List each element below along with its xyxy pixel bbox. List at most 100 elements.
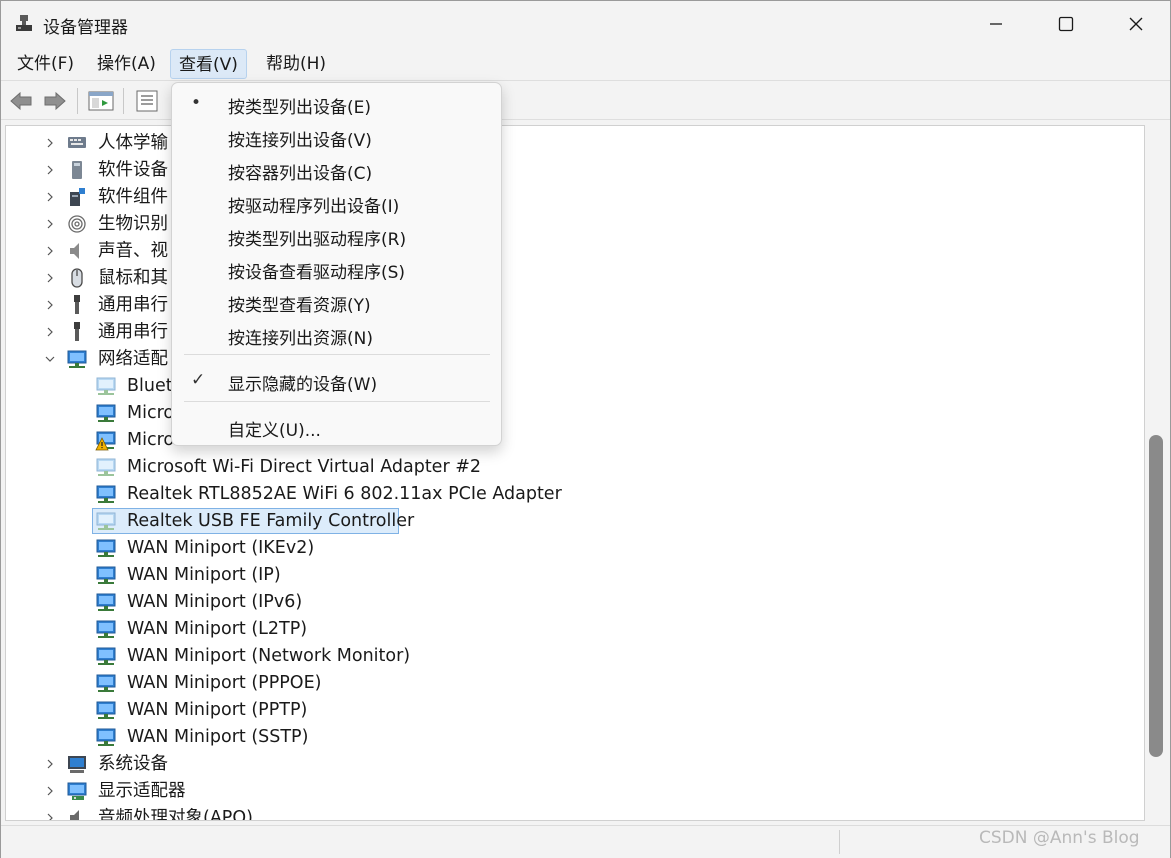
- tree-device-row[interactable]: Microsoft Wi-Fi Direct Virtual Adapter #…: [6, 454, 1136, 480]
- scrollbar-thumb[interactable]: [1149, 435, 1163, 757]
- chevron-right-icon[interactable]: [44, 137, 56, 149]
- tree-category-system-devices[interactable]: 系统设备: [6, 751, 1136, 777]
- network-adapter-icon: [96, 566, 116, 584]
- view-menu-item-devices-by-connection[interactable]: 按连接列出设备(V): [176, 122, 497, 152]
- network-adapter-icon: [96, 674, 116, 692]
- menu-item-label: 按驱动程序列出设备(I): [228, 197, 400, 217]
- network-adapter-icon: [96, 539, 116, 557]
- minimize-button[interactable]: [961, 1, 1031, 47]
- tree-device-label: WAN Miniport (IP): [127, 565, 281, 585]
- chevron-right-icon[interactable]: [44, 812, 56, 821]
- chevron-right-icon[interactable]: [44, 191, 56, 203]
- chevron-right-icon[interactable]: [44, 326, 56, 338]
- usb-icon: [74, 295, 80, 314]
- tree-device-row[interactable]: WAN Miniport (Network Monitor): [6, 643, 1136, 669]
- menu-help[interactable]: 帮助(H): [258, 49, 334, 79]
- tree-category-label: 音频处理对象(APO): [98, 808, 253, 821]
- chevron-right-icon[interactable]: [44, 299, 56, 311]
- device-manager-app-icon: [16, 15, 32, 31]
- chevron-down-icon[interactable]: [44, 353, 56, 365]
- usb-icon: [74, 322, 80, 341]
- properties-button[interactable]: [133, 88, 161, 114]
- mouse-icon: [71, 268, 83, 288]
- tree-device-row[interactable]: WAN Miniport (PPPOE): [6, 670, 1136, 696]
- tree-category-label: 生物识别: [98, 214, 168, 234]
- tree-device-row-selected[interactable]: Realtek USB FE Family Controller: [6, 508, 1136, 534]
- view-menu-item-devices-by-type[interactable]: • 按类型列出设备(E): [176, 89, 497, 119]
- tree-device-row[interactable]: WAN Miniport (IKEv2): [6, 535, 1136, 561]
- tree-device-row[interactable]: WAN Miniport (IPv6): [6, 589, 1136, 615]
- tree-device-row[interactable]: WAN Miniport (PPTP): [6, 697, 1136, 723]
- menu-action[interactable]: 操作(A): [89, 49, 164, 79]
- title-bar[interactable]: 设备管理器: [1, 1, 1170, 47]
- tree-device-label: WAN Miniport (PPTP): [127, 700, 308, 720]
- properties-icon: [136, 90, 158, 112]
- forward-button[interactable]: [41, 88, 69, 114]
- tree-device-label: WAN Miniport (IKEv2): [127, 538, 315, 558]
- tree-device-label: Micro: [127, 403, 175, 423]
- view-menu-item-show-hidden-devices[interactable]: ✓ 显示隐藏的设备(W): [176, 366, 497, 396]
- tree-category-display-adapters[interactable]: 显示适配器: [6, 778, 1136, 804]
- minimize-icon: [990, 23, 1002, 25]
- network-adapter-icon: [96, 701, 116, 719]
- menu-item-label: 按设备查看驱动程序(S): [228, 263, 406, 283]
- tree-category-label: 系统设备: [98, 754, 168, 774]
- software-device-icon: [72, 161, 82, 179]
- view-menu-item-devices-by-container[interactable]: 按容器列出设备(C): [176, 155, 497, 185]
- tree-device-row[interactable]: WAN Miniport (L2TP): [6, 616, 1136, 642]
- tree-category-label: 软件组件: [98, 187, 168, 207]
- menu-view[interactable]: 查看(V): [170, 49, 247, 79]
- tree-category-label: 鼠标和其: [98, 268, 168, 288]
- menu-item-label: 按类型查看资源(Y): [228, 296, 371, 316]
- tree-device-label: WAN Miniport (SSTP): [127, 727, 309, 747]
- view-menu-item-drivers-by-device[interactable]: 按设备查看驱动程序(S): [176, 254, 497, 284]
- tree-category-label: 通用串行: [98, 322, 168, 342]
- view-menu-item-customize[interactable]: 自定义(U)...: [176, 412, 497, 442]
- audio-apo-icon: [70, 810, 79, 820]
- network-adapter-icon: [96, 728, 116, 746]
- view-menu-item-resources-by-connection[interactable]: 按连接列出资源(N): [176, 320, 497, 350]
- tree-device-label: WAN Miniport (Network Monitor): [127, 646, 411, 666]
- menu-item-label: 显示隐藏的设备(W): [228, 375, 378, 395]
- tree-category-label: 通用串行: [98, 295, 168, 315]
- tree-device-row[interactable]: WAN Miniport (IP): [6, 562, 1136, 588]
- menu-separator: [184, 354, 490, 355]
- chevron-right-icon[interactable]: [44, 164, 56, 176]
- tree-category-label: 显示适配器: [98, 781, 186, 801]
- menu-item-label: 按类型列出设备(E): [228, 98, 372, 118]
- tree-device-row[interactable]: WAN Miniport (SSTP): [6, 724, 1136, 750]
- window-title: 设备管理器: [43, 18, 128, 38]
- chevron-right-icon[interactable]: [44, 785, 56, 797]
- menu-item-label: 自定义(U)...: [228, 421, 321, 441]
- chevron-right-icon[interactable]: [44, 758, 56, 770]
- network-adapter-icon: [96, 647, 116, 665]
- network-adapter-icon: [96, 620, 116, 638]
- menu-bar: 文件(F) 操作(A) 查看(V) 帮助(H): [1, 47, 1170, 81]
- tree-category-audio-apo[interactable]: 音频处理对象(APO): [6, 805, 1136, 821]
- network-adapter-disabled-icon: [96, 512, 116, 530]
- tree-device-label: Micro: [127, 430, 175, 450]
- tree-category-label: 软件设备: [98, 160, 168, 180]
- chevron-right-icon[interactable]: [44, 272, 56, 284]
- hid-icon: [68, 137, 86, 148]
- chevron-right-icon[interactable]: [44, 218, 56, 230]
- view-menu-item-drivers-by-type[interactable]: 按类型列出驱动程序(R): [176, 221, 497, 251]
- toolbar-separator: [123, 88, 124, 114]
- maximize-button[interactable]: [1031, 1, 1101, 47]
- menu-item-label: 按连接列出设备(V): [228, 131, 372, 151]
- menu-separator: [184, 401, 490, 402]
- tree-device-label: Realtek RTL8852AE WiFi 6 802.11ax PCIe A…: [127, 484, 562, 504]
- network-adapter-icon: [96, 593, 116, 611]
- tree-device-row[interactable]: Realtek RTL8852AE WiFi 6 802.11ax PCIe A…: [6, 481, 1136, 507]
- view-menu-item-devices-by-driver[interactable]: 按驱动程序列出设备(I): [176, 188, 497, 218]
- back-button[interactable]: [7, 88, 35, 114]
- watermark-text: CSDN @Ann's Blog: [979, 828, 1140, 848]
- menu-file[interactable]: 文件(F): [9, 49, 82, 79]
- chevron-right-icon[interactable]: [44, 245, 56, 257]
- console-tree-icon: [88, 91, 114, 111]
- tree-category-label: 人体学输: [98, 133, 168, 153]
- show-hide-console-tree-button[interactable]: [87, 88, 115, 114]
- view-menu-item-resources-by-type[interactable]: 按类型查看资源(Y): [176, 287, 497, 317]
- close-button[interactable]: [1101, 1, 1171, 47]
- back-arrow-icon: [10, 91, 32, 111]
